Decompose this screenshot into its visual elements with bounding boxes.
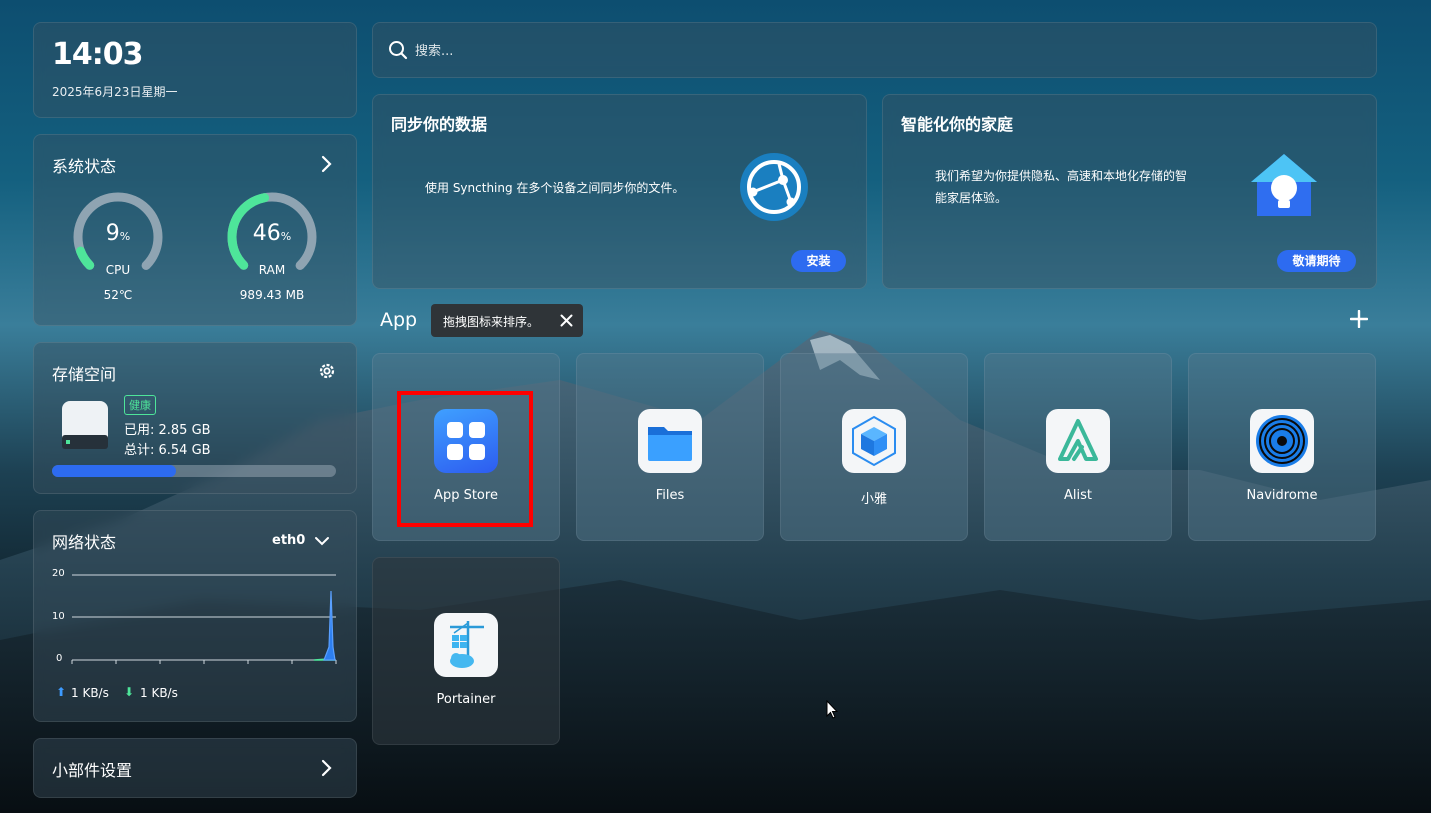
- smart-home-promo-card: 智能化你的家庭 我们希望为你提供隐私、高速和本地化存储的智 能家居体验。 敬请期…: [882, 94, 1377, 289]
- drag-sort-tooltip: 拖拽图标来排序。: [431, 304, 583, 337]
- network-card: 网络状态 eth0 20 10 0 ⬆ 1 KB/s ⬇ 1 KB/s: [33, 510, 357, 722]
- network-interface-select[interactable]: eth0: [272, 533, 305, 548]
- app-tile-portainer[interactable]: Portainer: [372, 557, 560, 745]
- coming-soon-button[interactable]: 敬请期待: [1277, 250, 1356, 272]
- gear-icon[interactable]: [317, 361, 337, 381]
- close-icon[interactable]: [560, 314, 573, 327]
- disk-icon: [62, 401, 108, 449]
- ram-used: 989.43 MB: [239, 288, 305, 302]
- app-tile-xiaoya[interactable]: 小雅: [780, 353, 968, 541]
- network-y-tick: 0: [56, 653, 63, 664]
- system-status-title: 系统状态: [52, 157, 117, 176]
- smart-home-promo-title: 智能化你的家庭: [901, 115, 1014, 134]
- upload-series: [323, 590, 336, 661]
- syncthing-promo-desc: 使用 Syncthing 在多个设备之间同步你的文件。: [425, 181, 685, 195]
- download-arrow-icon: ⬇: [124, 685, 135, 699]
- network-title: 网络状态: [52, 533, 117, 552]
- cpu-label: CPU: [105, 263, 131, 277]
- upload-rate: 1 KB/s: [71, 686, 109, 700]
- storage-title: 存储空间: [52, 365, 117, 384]
- storage-used: 已用: 2.85 GB: [124, 423, 211, 438]
- app-label: Files: [655, 488, 685, 503]
- app-label: Alist: [1064, 488, 1092, 503]
- apps-section-title: App: [380, 309, 418, 331]
- cpu-temperature: 52℃: [103, 288, 133, 302]
- download-rate: 1 KB/s: [140, 686, 178, 700]
- chevron-right-icon: [321, 759, 332, 777]
- install-button[interactable]: 安装: [791, 250, 846, 272]
- vinyl-icon: [1250, 409, 1314, 473]
- smart-home-promo-desc: 我们希望为你提供隐私、高速和本地化存储的智: [935, 169, 1188, 183]
- portainer-icon: [434, 613, 498, 677]
- add-app-icon[interactable]: [1350, 310, 1368, 328]
- highlight-box: [397, 391, 533, 527]
- widget-settings-label: 小部件设置: [52, 761, 133, 780]
- syncthing-promo-card: 同步你的数据 使用 Syncthing 在多个设备之间同步你的文件。 安装: [372, 94, 867, 289]
- clock-date: 2025年6月23日星期一: [52, 85, 178, 99]
- cube-icon: [842, 409, 906, 473]
- smart-home-promo-desc-line2: 能家居体验。: [935, 191, 1008, 205]
- app-label: 小雅: [860, 492, 887, 507]
- ram-value: 46%: [252, 221, 292, 246]
- cpu-value: 9%: [105, 221, 131, 246]
- mouse-cursor-icon: [826, 700, 838, 719]
- app-tile-files[interactable]: Files: [576, 353, 764, 541]
- search-input[interactable]: [413, 37, 1317, 65]
- storage-health-badge: 健康: [124, 395, 156, 415]
- syncthing-icon: [740, 153, 808, 221]
- app-tile-navidrome[interactable]: Navidrome: [1188, 353, 1376, 541]
- alist-icon: [1046, 409, 1110, 473]
- network-y-tick: 20: [52, 568, 65, 579]
- storage-progress-bar: [52, 465, 336, 477]
- network-y-tick: 10: [52, 611, 65, 622]
- syncthing-promo-title: 同步你的数据: [391, 115, 488, 134]
- smart-home-bulb-icon: [1251, 154, 1317, 216]
- storage-progress-fill: [52, 465, 176, 477]
- app-label: Navidrome: [1246, 488, 1318, 503]
- clock-time: 14:03: [52, 37, 143, 72]
- folder-icon: [638, 409, 702, 473]
- app-label: Portainer: [436, 692, 496, 707]
- upload-arrow-icon: ⬆: [56, 685, 67, 699]
- chevron-right-icon[interactable]: [320, 155, 334, 173]
- clock-card: 14:03 2025年6月23日星期一: [33, 22, 357, 118]
- chevron-down-icon[interactable]: [314, 535, 330, 547]
- ram-label: RAM: [258, 263, 286, 277]
- widget-settings-button[interactable]: 小部件设置: [33, 738, 357, 798]
- storage-total: 总计: 6.54 GB: [124, 443, 211, 458]
- search-bar[interactable]: [372, 22, 1377, 78]
- system-status-card[interactable]: 系统状态 9% CPU 52℃ 46% RAM 989.43 MB: [33, 134, 357, 326]
- network-chart: [71, 574, 337, 664]
- drag-sort-tooltip-text: 拖拽图标来排序。: [443, 315, 540, 329]
- storage-card: 存储空间 健康 已用: 2.85 GB 总计: 6.54 GB: [33, 342, 357, 494]
- app-tile-app-store[interactable]: App Store: [372, 353, 560, 541]
- search-icon: [389, 41, 408, 60]
- app-tile-alist[interactable]: Alist: [984, 353, 1172, 541]
